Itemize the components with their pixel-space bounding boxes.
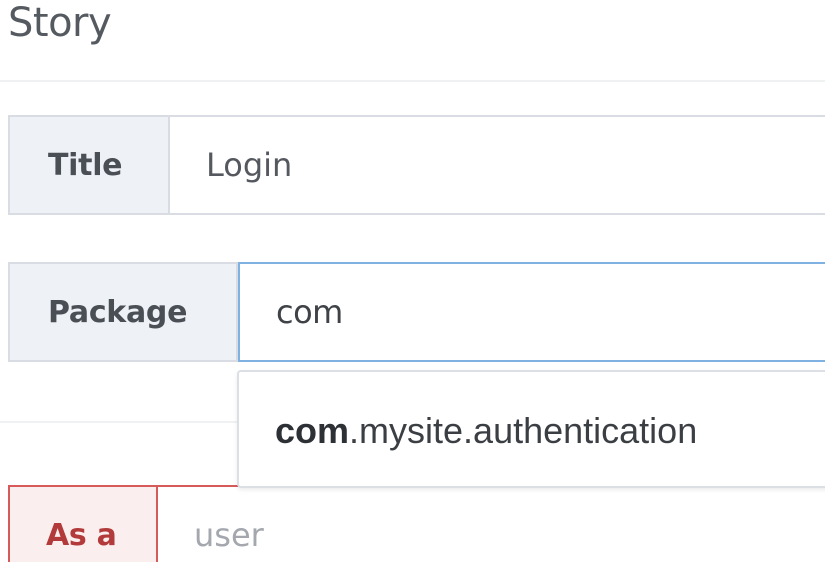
as-a-input[interactable] bbox=[158, 485, 825, 562]
story-form: Story Title Package com.mysite.authentic… bbox=[0, 0, 825, 562]
package-field-group: Package bbox=[8, 262, 825, 362]
package-label: Package bbox=[8, 262, 238, 362]
package-autocomplete-dropdown: com.mysite.authentication bbox=[237, 370, 825, 488]
section-title: Story bbox=[8, 0, 112, 46]
section-divider bbox=[0, 80, 825, 82]
as-a-field-group: As a bbox=[8, 485, 825, 562]
suggestion-rest-text: .mysite.authentication bbox=[349, 410, 698, 451]
autocomplete-suggestion[interactable]: com.mysite.authentication bbox=[275, 408, 697, 454]
suggestion-match-text: com bbox=[275, 410, 350, 451]
title-field-group: Title bbox=[8, 115, 825, 215]
as-a-label: As a bbox=[8, 485, 158, 562]
title-label: Title bbox=[8, 115, 170, 215]
package-input[interactable] bbox=[238, 262, 825, 362]
title-input[interactable] bbox=[170, 115, 825, 215]
